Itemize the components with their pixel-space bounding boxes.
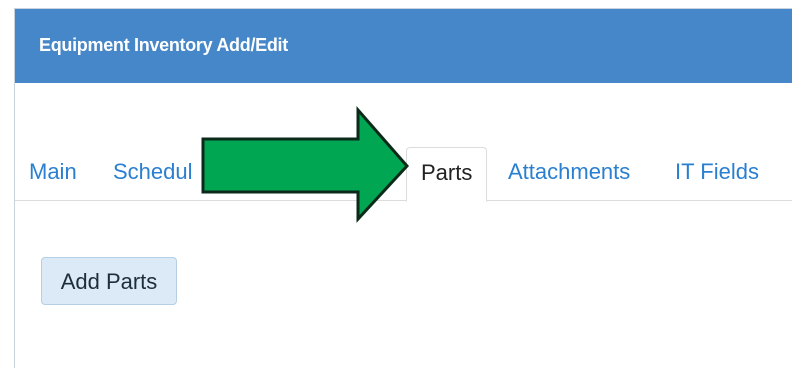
tab-schedule[interactable]: Schedul — [113, 147, 193, 200]
tab-main[interactable]: Main — [29, 147, 77, 200]
add-parts-button[interactable]: Add Parts — [41, 257, 177, 305]
tab-bar: Main Schedul Parts Attachments IT Fields — [15, 147, 792, 202]
dialog-title: Equipment Inventory Add/Edit — [39, 35, 288, 55]
tab-it-fields[interactable]: IT Fields — [675, 147, 759, 200]
tab-attachments[interactable]: Attachments — [508, 147, 630, 200]
dialog-panel: Equipment Inventory Add/Edit Main Schedu… — [14, 8, 792, 368]
dialog-header: Equipment Inventory Add/Edit — [15, 9, 792, 83]
tab-parts[interactable]: Parts — [406, 147, 488, 202]
